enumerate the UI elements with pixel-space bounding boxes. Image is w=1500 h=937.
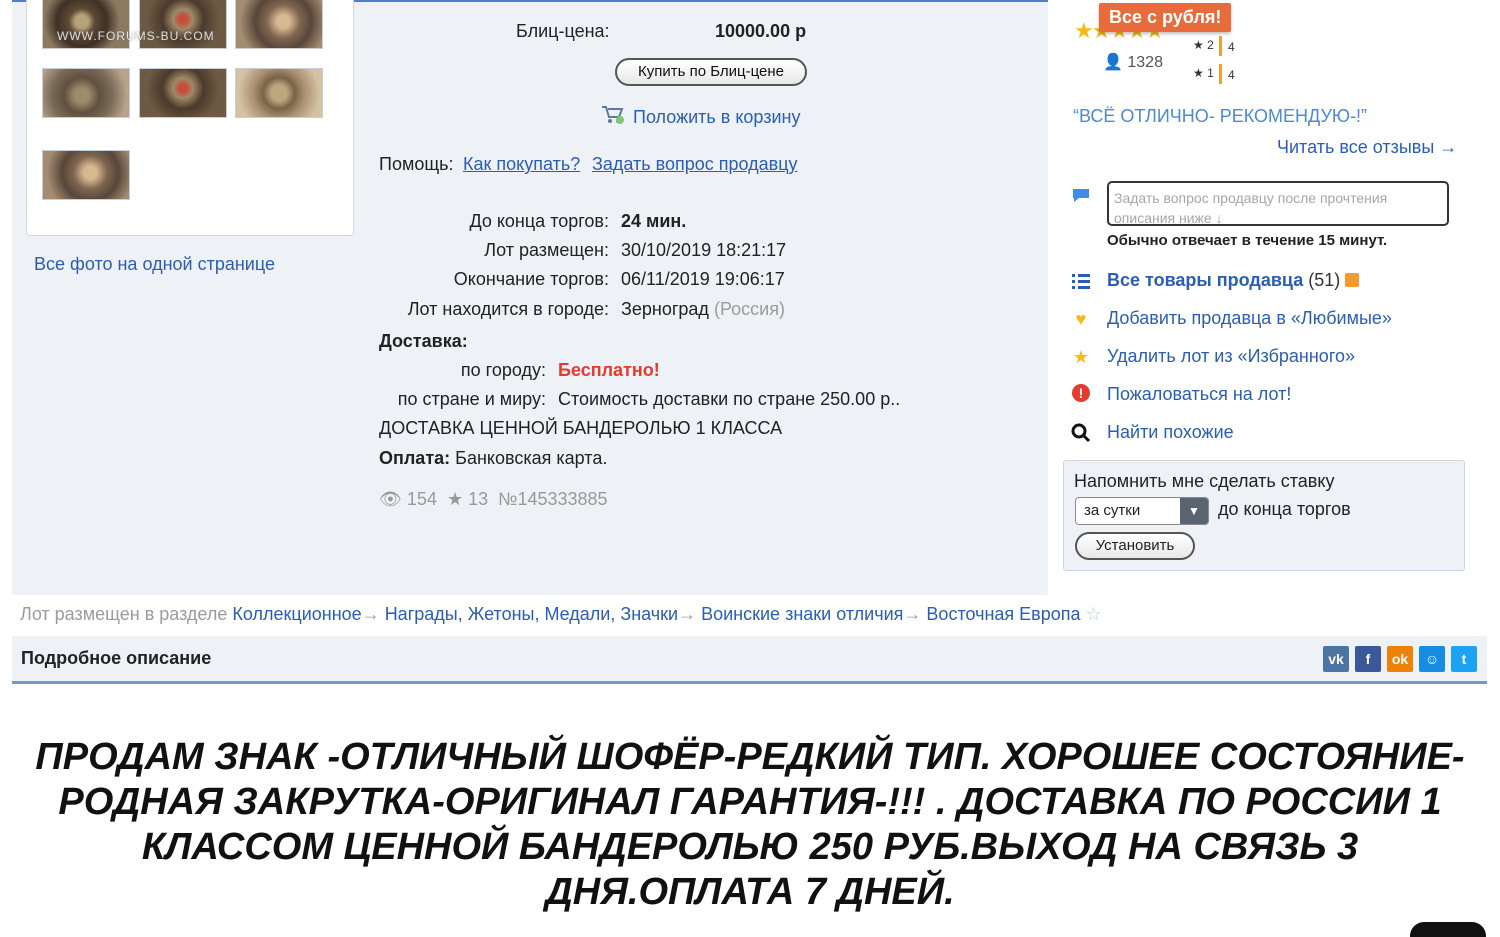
delivery-title: Доставка: xyxy=(379,331,468,351)
world-delivery-label: по стране и миру: xyxy=(397,389,546,409)
rating-count-2: 4 xyxy=(1228,40,1235,54)
eye-icon: 👁 xyxy=(379,489,402,509)
time-left-label: До конца торгов: xyxy=(469,211,609,231)
rating-row-2: ★ 2 xyxy=(1193,38,1214,52)
heart-icon: ♥ xyxy=(1075,309,1087,329)
city-delivery-value: Бесплатно! xyxy=(558,360,660,380)
posted-label: Лот размещен: xyxy=(484,240,609,260)
rating-count-1: 4 xyxy=(1228,68,1235,82)
set-reminder-button[interactable]: Установить xyxy=(1075,532,1195,560)
favorites-count: 13 xyxy=(468,489,489,509)
city-value: Зерноград (Россия) xyxy=(621,299,785,319)
seller-items-link[interactable]: Все товары продавца (51) xyxy=(1107,270,1360,291)
bid-reminder-panel: Напомнить мне сделать ставку за сутки ▼ д… xyxy=(1063,460,1465,571)
buy-now-button[interactable]: Купить по Блиц-цене xyxy=(615,58,807,86)
city-label: Лот находится в городе: xyxy=(407,299,609,319)
lot-stats: 👁 154 ★ 13 №145333885 xyxy=(379,489,608,510)
reminder-suffix: до конца торгов xyxy=(1218,499,1351,519)
list-icon xyxy=(1072,274,1090,289)
photo-gallery: WWW.FORUMS-BU.COM xyxy=(26,0,354,236)
breadcrumb-item[interactable]: Восточная Европа xyxy=(926,604,1080,624)
all-from-ruble-badge: Все с рубля! xyxy=(1099,3,1232,32)
chevron-down-icon: ▼ xyxy=(1180,498,1208,524)
reminder-period-select[interactable]: за сутки ▼ xyxy=(1075,497,1209,525)
watermark: WWW.FORUMS-BU.COM xyxy=(57,29,215,43)
report-lot-link[interactable]: Пожаловаться на лот! xyxy=(1107,384,1291,405)
lot-number: №145333885 xyxy=(498,489,608,509)
alert-icon: ! xyxy=(1072,384,1090,402)
breadcrumb: Лот размещен в разделе Коллекционное→ На… xyxy=(20,604,1102,624)
rating-bar xyxy=(1219,64,1222,84)
rating-row-1: ★ 1 xyxy=(1193,66,1214,80)
twitter-icon[interactable]: t xyxy=(1451,646,1477,672)
city-delivery-label: по городу: xyxy=(460,360,546,380)
description-title: Подробное описание xyxy=(21,648,212,668)
payment-info: Оплата: Банковская карта. xyxy=(379,448,608,468)
photo-thumbnail[interactable] xyxy=(42,150,130,200)
breadcrumb-item[interactable]: Коллекционное xyxy=(232,604,361,624)
rss-icon xyxy=(1345,273,1360,287)
cart-icon xyxy=(602,106,624,124)
breadcrumb-item[interactable]: Награды, Жетоны, Медали, Значки xyxy=(385,604,678,624)
star-icon: ★ xyxy=(1072,347,1090,367)
description-header: Подробное описание vk f ok ☺ t xyxy=(12,636,1487,684)
response-time-note: Обычно отвечает в течение 15 минут. xyxy=(1107,232,1388,249)
breadcrumb-item[interactable]: Воинские знаки отличия xyxy=(701,604,903,624)
photo-thumbnail[interactable] xyxy=(235,68,323,118)
remove-lot-favorites-link[interactable]: Удалить лот из «Избранного» xyxy=(1107,346,1355,367)
views-count: 154 xyxy=(406,489,437,509)
star-icon: ★ xyxy=(441,489,464,509)
odnoklassniki-icon[interactable]: ok xyxy=(1387,646,1413,672)
all-photos-link[interactable]: Все фото на одной странице xyxy=(34,254,275,275)
lot-description: ПРОДАМ ЗНАК -ОТЛИЧНЫЙ ШОФЁР-РЕДКИЙ ТИП. … xyxy=(35,736,1465,913)
photo-thumbnail[interactable] xyxy=(235,0,323,49)
ask-seller-link[interactable]: Задать вопрос продавцу xyxy=(592,154,798,175)
blitz-price-value: 10000.00 р xyxy=(715,21,807,41)
time-left-value: 24 мин. xyxy=(621,211,687,231)
vk-icon[interactable]: vk xyxy=(1323,646,1349,672)
find-similar-link[interactable]: Найти похожие xyxy=(1107,422,1234,443)
add-seller-favorites-link[interactable]: Добавить продавца в «Любимые» xyxy=(1107,308,1392,329)
posted-value: 30/10/2019 18:21:17 xyxy=(621,240,787,260)
reminder-title: Напомнить мне сделать ставку xyxy=(1074,471,1335,491)
world-delivery-value: Стоимость доставки по стране 250.00 р.. xyxy=(558,389,901,409)
seller-rating-count: 👤 1328 xyxy=(1103,54,1163,71)
country-value: (Россия) xyxy=(713,299,785,319)
how-to-buy-link[interactable]: Как покупать? xyxy=(463,154,580,175)
search-icon xyxy=(1071,423,1091,443)
star-icon[interactable]: ☆ xyxy=(1086,604,1102,624)
seller-question-input[interactable]: Задать вопрос продавцу после прочтения о… xyxy=(1107,181,1449,226)
end-time-value: 06/11/2019 19:06:17 xyxy=(621,269,785,289)
delivery-note: ДОСТАВКА ЦЕННОЙ БАНДЕРОЛЬЮ 1 КЛАССА xyxy=(379,418,783,438)
floating-control[interactable] xyxy=(1410,922,1486,937)
photo-thumbnail[interactable] xyxy=(139,68,227,118)
facebook-icon[interactable]: f xyxy=(1355,646,1381,672)
chat-icon xyxy=(1073,189,1089,202)
breadcrumb-prefix: Лот размещен в разделе xyxy=(20,604,228,624)
blitz-price-label: Блиц-цена: xyxy=(516,21,610,41)
read-reviews-link[interactable]: Читать все отзывы → xyxy=(1277,137,1457,158)
mail-icon[interactable]: ☺ xyxy=(1419,646,1445,672)
add-to-cart-link[interactable]: Положить в корзину xyxy=(633,107,801,128)
end-time-label: Окончание торгов: xyxy=(453,269,609,289)
photo-thumbnail[interactable] xyxy=(42,68,130,118)
review-quote: “ВСЁ ОТЛИЧНО- РЕКОМЕНДУЮ-!” xyxy=(1073,106,1368,126)
rating-bar xyxy=(1219,36,1222,56)
help-label: Помощь: xyxy=(379,154,454,174)
